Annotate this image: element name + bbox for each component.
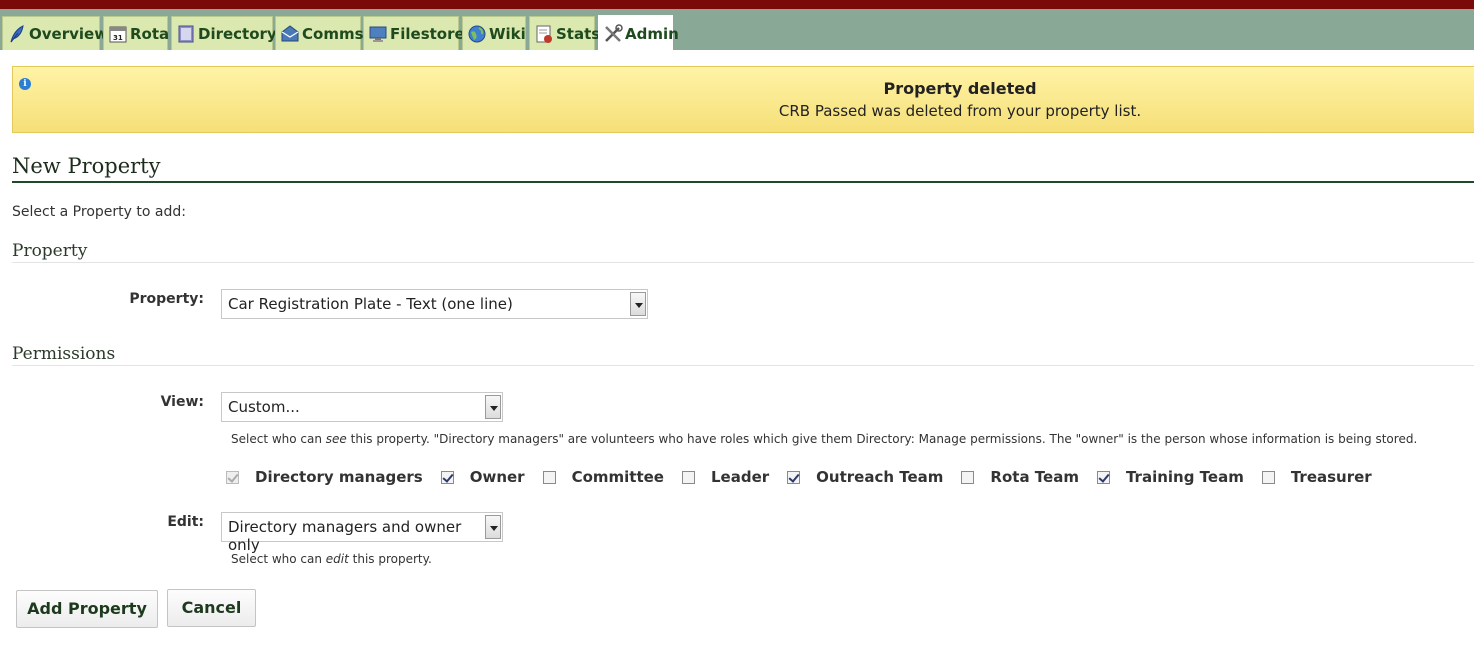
- monitor-icon: [368, 24, 388, 44]
- view-select[interactable]: Custom...: [221, 392, 503, 422]
- edit-help-pre: Select who can: [231, 552, 326, 566]
- chevron-down-icon[interactable]: [485, 395, 501, 419]
- checkbox-label-directory-managers: Directory managers: [255, 468, 423, 486]
- view-help-text: Select who can see this property. "Direc…: [231, 432, 1417, 446]
- chevron-down-icon[interactable]: [485, 515, 501, 539]
- tab-wiki-label: Wiki: [489, 24, 526, 43]
- checkbox-label-owner: Owner: [469, 468, 525, 486]
- add-property-button[interactable]: Add Property: [16, 590, 158, 628]
- tab-directory-label: Directory: [198, 24, 277, 43]
- checkbox-label-leader: Leader: [710, 468, 770, 486]
- report-icon: [534, 24, 554, 44]
- tab-admin[interactable]: Admin: [598, 15, 679, 51]
- title-divider: [12, 181, 1474, 183]
- page-title: New Property: [12, 154, 161, 178]
- mail-icon: [280, 24, 300, 44]
- notification-banner: i Property deleted CRB Passed was delete…: [12, 66, 1474, 133]
- checkbox-label-committee: Committee: [571, 468, 664, 486]
- tab-overview[interactable]: Overview: [2, 16, 108, 50]
- checkbox-leader[interactable]: [681, 470, 695, 484]
- calendar-icon: 31: [108, 24, 128, 44]
- feather-icon: [7, 24, 27, 44]
- tab-rota-label: Rota: [130, 24, 170, 43]
- property-section-divider: [12, 262, 1474, 263]
- intro-text: Select a Property to add:: [12, 204, 186, 220]
- property-select[interactable]: Car Registration Plate - Text (one line): [221, 289, 648, 319]
- chevron-down-icon[interactable]: [630, 292, 646, 316]
- checkbox-label-rota-team: Rota Team: [990, 468, 1079, 486]
- edit-label: Edit:: [167, 514, 204, 530]
- checkbox-directory-managers[interactable]: [226, 470, 239, 484]
- banner-title: Property deleted: [883, 79, 1037, 98]
- view-help-post: this property. "Directory managers" are …: [346, 432, 1418, 446]
- address-book-icon: [176, 24, 196, 44]
- edit-help-emphasis: edit: [325, 552, 349, 566]
- tab-filestore-label: Filestore: [390, 24, 465, 43]
- checkbox-outreach-team[interactable]: [787, 470, 801, 484]
- tab-stats[interactable]: Stats: [529, 16, 600, 50]
- tab-admin-label: Admin: [625, 24, 679, 43]
- checkbox-owner[interactable]: [440, 470, 454, 484]
- tab-comms[interactable]: Comms: [275, 16, 364, 50]
- checkbox-rota-team[interactable]: [961, 470, 975, 484]
- property-label: Property:: [129, 291, 204, 307]
- tab-comms-label: Comms: [302, 24, 364, 43]
- checkbox-treasurer[interactable]: [1261, 470, 1275, 484]
- view-help-pre: Select who can: [231, 432, 326, 446]
- banner-message: CRB Passed was deleted from your propert…: [778, 102, 1142, 120]
- tab-overview-label: Overview: [29, 24, 109, 43]
- tab-rota[interactable]: 31 Rota: [103, 16, 170, 50]
- top-brand-bar: [0, 0, 1474, 9]
- permissions-section-heading: Permissions: [12, 344, 116, 364]
- view-groups-checkboxes: Directory managers Owner Committee Leade…: [226, 467, 1390, 487]
- checkbox-label-outreach-team: Outreach Team: [816, 468, 944, 486]
- property-section-heading: Property: [12, 241, 88, 261]
- view-select-value: Custom...: [228, 398, 300, 416]
- cancel-button[interactable]: Cancel: [167, 589, 256, 627]
- tab-stats-label: Stats: [556, 24, 601, 43]
- checkbox-committee[interactable]: [542, 470, 556, 484]
- edit-help-text: Select who can edit this property.: [231, 552, 432, 566]
- view-help-emphasis: see: [325, 432, 347, 446]
- checkbox-label-training-team: Training Team: [1125, 468, 1244, 486]
- tools-icon: [603, 23, 623, 44]
- edit-select-value: Directory managers and owner only: [228, 518, 462, 554]
- permissions-section-divider: [12, 365, 1474, 366]
- tab-filestore[interactable]: Filestore: [363, 16, 465, 50]
- main-nav-tabs: Overview 31 Rota Directory Comms Filesto…: [0, 9, 1474, 51]
- tab-directory[interactable]: Directory: [171, 16, 277, 50]
- edit-help-post: this property.: [348, 552, 432, 566]
- svg-text:31: 31: [113, 34, 123, 42]
- property-select-value: Car Registration Plate - Text (one line): [228, 295, 513, 313]
- edit-select[interactable]: Directory managers and owner only: [221, 512, 503, 554]
- globe-icon: [467, 24, 487, 44]
- tab-wiki[interactable]: Wiki: [462, 16, 526, 50]
- checkbox-training-team[interactable]: [1096, 470, 1110, 484]
- checkbox-label-treasurer: Treasurer: [1290, 468, 1372, 486]
- view-label: View:: [160, 394, 204, 410]
